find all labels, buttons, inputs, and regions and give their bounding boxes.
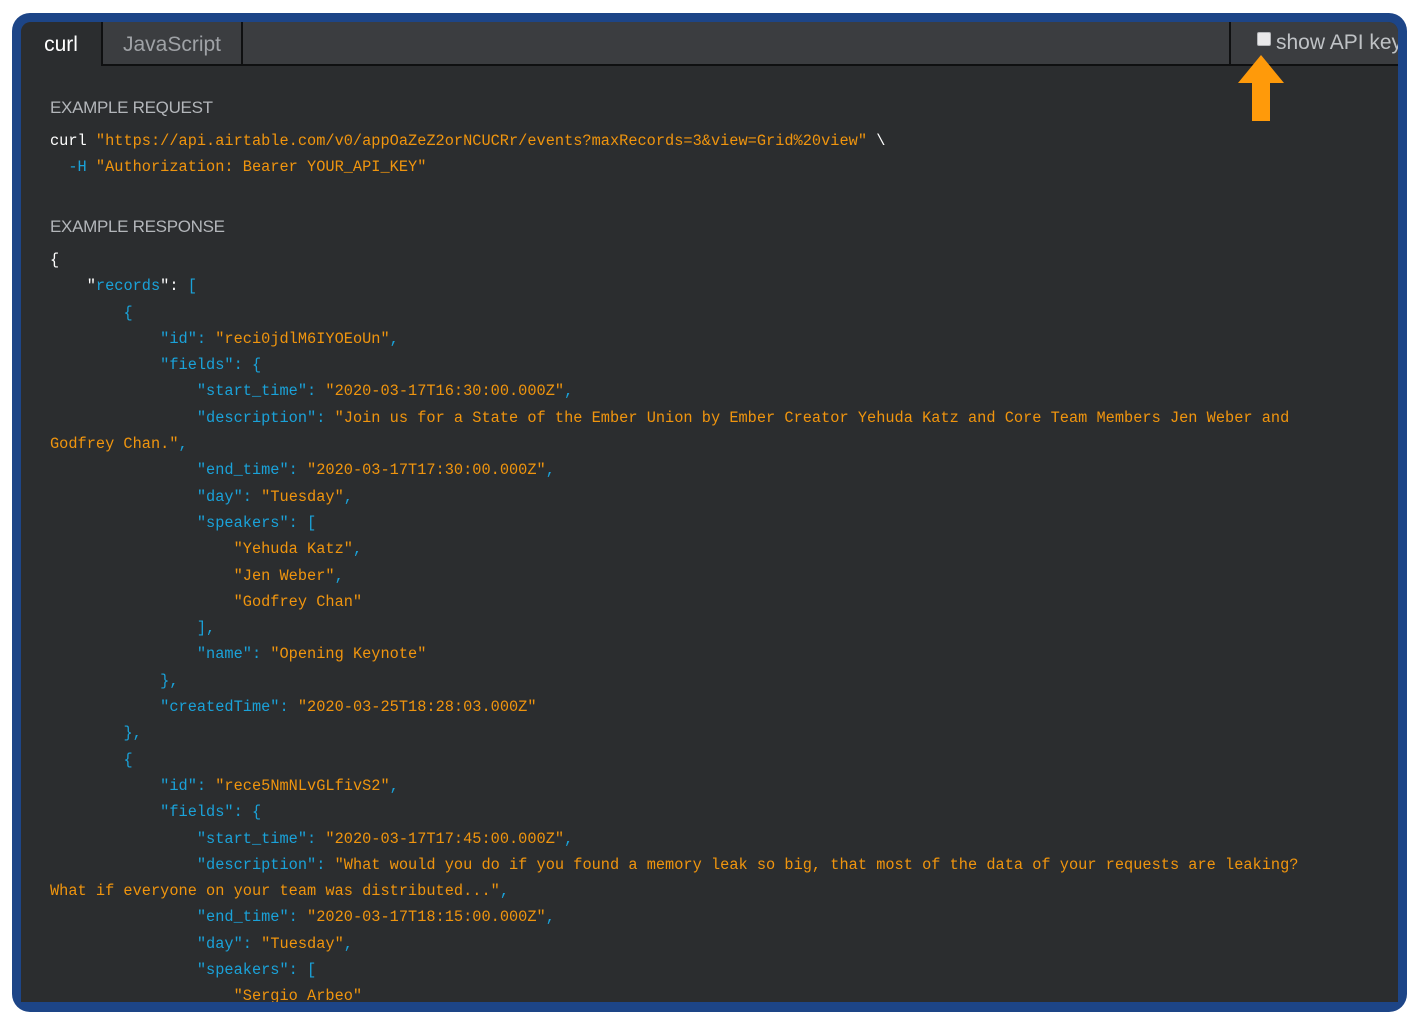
show-api-key-label: show API key — [1276, 31, 1398, 54]
example-response-heading: EXAMPLE RESPONSE — [50, 217, 225, 236]
speaker-item: "Yehuda Katz" — [233, 540, 353, 559]
show-api-key-checkbox[interactable] — [1257, 32, 1271, 46]
field-description-wrap: What if everyone on your team was distri… — [50, 882, 500, 901]
field-description: "Join us for a State of the Ember Union … — [334, 408, 1290, 427]
field-start-time: "2020-03-17T17:45:00.000Z" — [325, 829, 565, 848]
field-description: "What would you do if you found a memory… — [334, 855, 1299, 874]
line-continuation: \ — [876, 132, 886, 150]
language-tab-bar: curl JavaScript show API key — [21, 22, 1398, 66]
arrow-up-icon — [1238, 55, 1284, 121]
request-code: curl "https://api.airtable.com/v0/appOaZ… — [50, 128, 885, 181]
speaker-item: "Godfrey Chan" — [233, 592, 363, 611]
field-start-time: "2020-03-17T16:30:00.000Z" — [325, 382, 565, 401]
header-value: "Authorization: Bearer YOUR_API_KEY" — [95, 158, 427, 177]
field-day: "Tuesday" — [261, 487, 344, 506]
header-flag: -H — [68, 158, 87, 177]
speaker-item: "Sergio Arbeo" — [233, 987, 363, 1002]
tab-curl[interactable]: curl — [21, 22, 103, 66]
field-description-wrap: Godfrey Chan." — [50, 435, 179, 454]
field-end-time: "2020-03-17T17:30:00.000Z" — [307, 461, 546, 480]
record-id: "reci0jdlM6IYOEoUn" — [215, 329, 390, 348]
field-day: "Tuesday" — [261, 934, 344, 953]
record-id: "rece5NmNLvGLfivS2" — [215, 776, 390, 795]
request-url: "https://api.airtable.com/v0/appOaZeZ2or… — [95, 132, 867, 150]
example-request-heading: EXAMPLE REQUEST — [50, 98, 213, 117]
curl-command: curl — [50, 132, 87, 150]
field-end-time: "2020-03-17T18:15:00.000Z" — [307, 908, 546, 927]
code-panel: curl JavaScript show API key EXAMPLE REQ… — [21, 22, 1398, 1002]
field-created-time: "2020-03-25T18:28:03.000Z" — [297, 698, 537, 717]
response-json: { "records": [ { "id": "reci0jdlM6IYOEoU… — [50, 247, 1298, 1002]
speaker-item: "Jen Weber" — [233, 566, 335, 585]
tab-javascript[interactable]: JavaScript — [103, 22, 243, 66]
field-name: "Opening Keynote" — [270, 645, 427, 664]
